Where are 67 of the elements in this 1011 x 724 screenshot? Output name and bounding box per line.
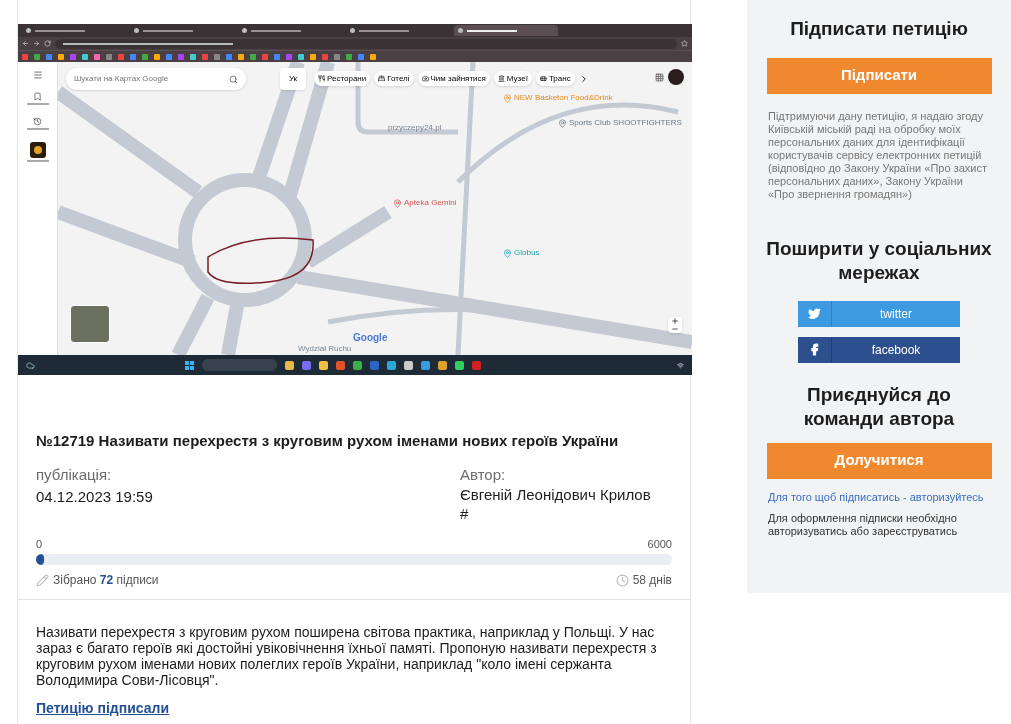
author-extra: #: [460, 504, 470, 524]
map-place-label[interactable]: Globus: [514, 247, 540, 259]
petition-title: №12719 Називати перехрестя з круговим рухом іменами нових героїв України: [36, 431, 620, 451]
wifi-icon[interactable]: [677, 361, 684, 369]
twitter-bird-icon: [808, 307, 821, 320]
pencil-icon: [36, 573, 49, 587]
petition-text: Називати перехрестя з круговим рухом поширена світова практика, наприклад у Польщі. У нас зараз є багато героїв які достойні увіковічнення їхньої памяті. Пропоную називати перехрестя з круговим рухом іменами нових полеглих героїв України, наприклад "коло імені сержанта Володимира Сови-Лісовця".: [36, 624, 658, 689]
reload-icon[interactable]: [44, 40, 51, 47]
category-chip[interactable]: Чим зайнятися: [417, 71, 490, 86]
category-icon: [497, 75, 505, 82]
facebook-f-icon: [808, 343, 821, 356]
map-place-label[interactable]: Sports Club SHOOTFIGHTERS: [569, 117, 682, 129]
zoom-in-icon[interactable]: [671, 317, 679, 325]
map-place-label[interactable]: przyczepy24.pl: [388, 122, 442, 134]
layers-thumbnail[interactable]: [70, 305, 110, 343]
windows-logo-icon[interactable]: [185, 360, 194, 370]
avatar-circle[interactable]: [668, 69, 684, 85]
category-icon: [318, 75, 325, 82]
author-name: Євгеній Леонідович Крилов: [460, 486, 652, 505]
browser-tab[interactable]: [454, 25, 558, 36]
clock-icon: [615, 573, 629, 587]
category-icon: [539, 75, 547, 82]
forward-icon[interactable]: [33, 40, 40, 47]
auth-link[interactable]: Для того щоб підписатись - авторизуйтесь: [768, 490, 984, 504]
history-icon: [33, 117, 42, 126]
category-chip[interactable]: Музеї: [493, 71, 532, 86]
sign-button[interactable]: Підписати: [766, 57, 992, 94]
published-date: 04.12.2023 19:59: [36, 487, 153, 508]
apps-grid-icon[interactable]: [655, 73, 664, 82]
category-icon: [421, 75, 429, 82]
share-button[interactable]: facebook: [798, 336, 960, 363]
category-chip[interactable]: Ресторани: [314, 71, 371, 86]
map-place-label[interactable]: Wydział Ruchu: [298, 343, 352, 355]
join-heading: Приєднуйся до команди автора: [802, 382, 956, 431]
back-icon[interactable]: [22, 40, 29, 47]
sign-heading: Підписати петицію: [790, 17, 968, 41]
map-pin-icon[interactable]: [393, 198, 402, 208]
map-place-label[interactable]: NEW Basketon Food&Drink: [514, 92, 613, 104]
language-select[interactable]: Ук: [280, 68, 306, 90]
taskbar-search-field[interactable]: [202, 359, 277, 371]
map-pin-icon[interactable]: [558, 118, 567, 128]
menu-icon[interactable]: [32, 70, 43, 80]
cloud-icon: [26, 360, 35, 370]
star-icon[interactable]: [681, 40, 688, 47]
map-place-label[interactable]: Apteka Gemini: [404, 197, 457, 209]
published-label: публікація:: [36, 464, 113, 485]
join-button[interactable]: Долучитися: [766, 442, 992, 479]
place-thumbnail-icon: [29, 142, 46, 158]
map-pin-icon[interactable]: [503, 248, 512, 258]
bookmark-icon: [33, 92, 42, 101]
author-label: Автор:: [460, 464, 507, 485]
days-left: 58 днів: [632, 572, 672, 590]
maps-search-field[interactable]: Шукати на Картах Google: [66, 68, 246, 90]
share-button[interactable]: twitter: [798, 300, 960, 327]
consent-text: Підтримуючи дану петицію, я надаю згоду Київській міській раді на обробку моїх персональних даних для ідентифікації користувачів сервісу електронних петицій (відповідно до Закону України «Про захист персональних даних», Закону України «Про звернення громадян»): [768, 109, 988, 201]
auth-note: Для оформлення підписки необхідно авторизуватись або зареєструватись: [768, 511, 959, 538]
category-chip[interactable]: Готелі: [374, 71, 414, 86]
collected-count: Зібрано 72 підписи: [53, 572, 159, 590]
address-field[interactable]: [55, 38, 677, 49]
signed-list-link[interactable]: Петицію підписали: [36, 698, 672, 720]
search-icon[interactable]: [229, 74, 238, 84]
category-icon: [378, 75, 386, 82]
scale-max: 6000: [647, 536, 672, 552]
scale-min: 0: [36, 536, 43, 552]
share-heading: Поширити у соціальних мережах: [765, 236, 993, 285]
zoom-out-icon[interactable]: [671, 325, 679, 333]
map-logo: Google: [353, 331, 388, 345]
